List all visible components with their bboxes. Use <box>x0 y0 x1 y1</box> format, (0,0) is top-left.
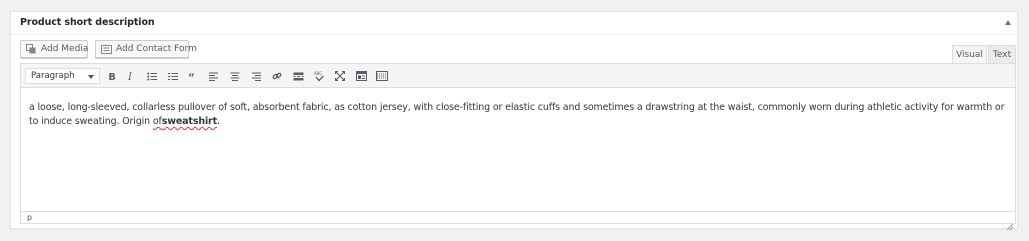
element-path[interactable]: p <box>27 213 32 222</box>
format-select-value: Paragraph <box>31 71 75 81</box>
toolbar-toggle-icon[interactable] <box>354 69 368 83</box>
svg-text:I: I <box>127 72 133 81</box>
read-more-icon[interactable] <box>291 69 305 83</box>
content-text-end: . <box>216 116 220 127</box>
svg-text:B: B <box>109 72 116 81</box>
svg-text:ABC: ABC <box>314 71 322 76</box>
bold-icon[interactable]: B <box>105 69 119 83</box>
add-contact-form-label: Add Contact Form <box>116 44 197 54</box>
add-contact-form-button[interactable]: Add Contact Form <box>95 40 197 58</box>
align-left-icon[interactable] <box>207 69 221 83</box>
metabox-header[interactable]: Product short description <box>11 12 1017 35</box>
tab-visual[interactable]: Visual <box>952 45 987 64</box>
numbered-list-icon[interactable] <box>166 69 180 83</box>
svg-text:“: “ <box>188 72 195 81</box>
add-media-label: Add Media <box>41 44 89 54</box>
bullet-list-icon[interactable] <box>145 69 159 83</box>
metabox-title: Product short description <box>20 17 155 28</box>
chevron-down-icon <box>88 75 94 79</box>
keyboard-icon[interactable] <box>375 69 389 83</box>
align-center-icon[interactable] <box>228 69 242 83</box>
form-icon <box>101 44 112 54</box>
misspelled-word: of <box>152 116 162 127</box>
media-icon <box>26 44 37 54</box>
fullscreen-icon[interactable] <box>333 69 347 83</box>
editor-content[interactable]: a loose, long-sleeved, collarless pullov… <box>29 101 1007 129</box>
tab-text[interactable]: Text <box>988 45 1016 64</box>
spellcheck-icon[interactable]: ABC <box>312 69 326 83</box>
collapse-arrow-icon[interactable] <box>1005 20 1011 25</box>
align-right-icon[interactable] <box>249 69 263 83</box>
product-short-description-metabox: Product short description Add Media Add … <box>10 11 1018 231</box>
format-select[interactable]: Paragraph <box>25 68 100 84</box>
editor-statusbar: p <box>21 211 1015 231</box>
rich-text-editor: Paragraph B I “ ABC a loose, long-sleeve… <box>20 63 1016 231</box>
editor-toolbar: Paragraph B I “ ABC <box>21 64 1015 88</box>
resize-handle-icon[interactable] <box>1006 215 1014 231</box>
bold-word: sweatshirt <box>161 116 217 127</box>
add-media-button[interactable]: Add Media <box>20 40 88 58</box>
blockquote-icon[interactable]: “ <box>186 69 200 83</box>
link-icon[interactable] <box>270 69 284 83</box>
italic-icon[interactable]: I <box>124 69 138 83</box>
